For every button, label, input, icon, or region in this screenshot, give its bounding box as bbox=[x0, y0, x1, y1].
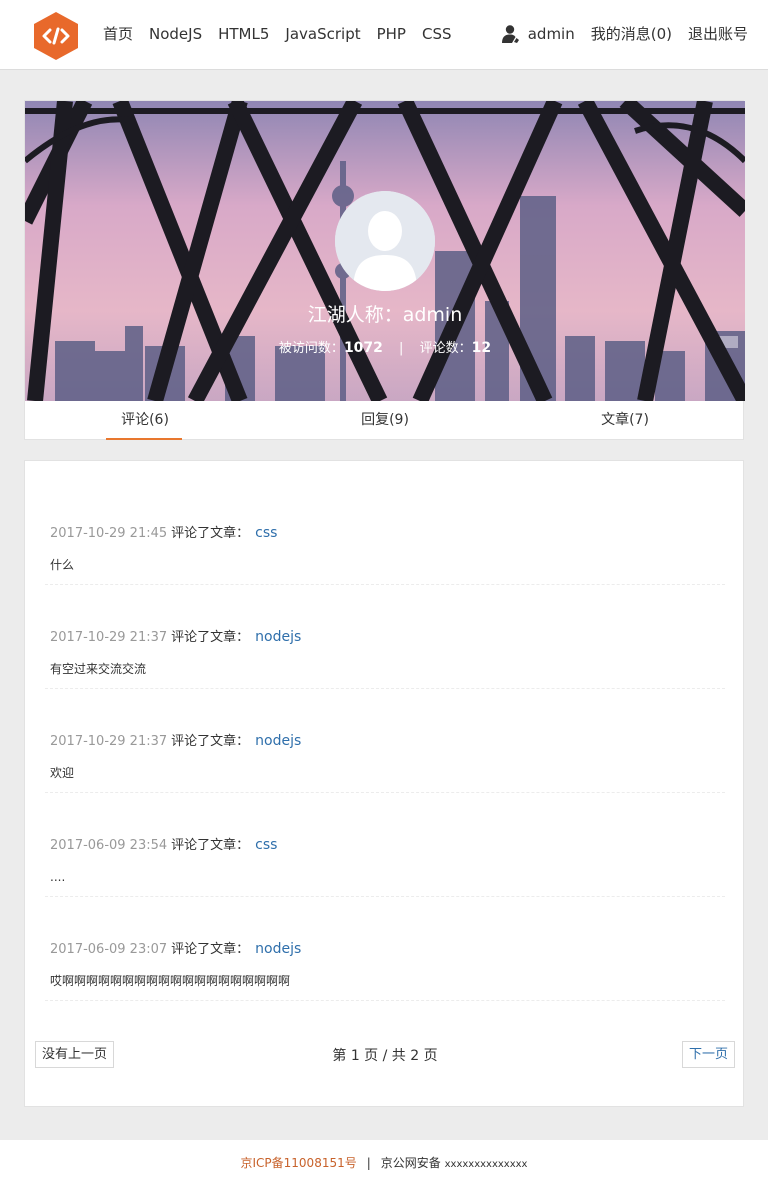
comments-count: 12 bbox=[471, 340, 492, 356]
article-link[interactable]: nodejs bbox=[255, 733, 301, 749]
comment-time: 2017-06-09 23:54 bbox=[50, 838, 168, 853]
comment-time: 2017-10-29 21:45 bbox=[50, 526, 168, 541]
comment-action: 评论了文章： bbox=[171, 734, 250, 749]
next-page-button[interactable]: 下一页 bbox=[681, 1041, 735, 1068]
tab-articles[interactable]: 文章(7) bbox=[505, 401, 745, 440]
comment-time: 2017-06-09 23:07 bbox=[50, 942, 168, 957]
page-info: 第 1 页 / 共 2 页 bbox=[332, 1048, 438, 1064]
nav-html5[interactable]: HTML5 bbox=[218, 24, 269, 44]
profile-tabs: 评论(6) 回复(9) 文章(7) bbox=[25, 401, 745, 440]
main-nav: 首页 NodeJS HTML5 JavaScript PHP CSS bbox=[103, 24, 468, 44]
list-item: 2017-10-29 21:37 评论了文章： nodejs 有空过来交流交流 bbox=[45, 585, 725, 689]
comment-action: 评论了文章： bbox=[171, 942, 250, 957]
article-link[interactable]: css bbox=[255, 525, 277, 541]
article-link[interactable]: css bbox=[255, 837, 277, 853]
comment-content: 哎啊啊啊啊啊啊啊啊啊啊啊啊啊啊啊啊啊啊啊 bbox=[50, 974, 291, 988]
pagination: 没有上一页 第 1 页 / 共 2 页 下一页 bbox=[25, 1041, 745, 1069]
comment-meta: 2017-06-09 23:07 评论了文章： nodejs bbox=[50, 939, 301, 960]
logout-link[interactable]: 退出账号 bbox=[688, 24, 748, 44]
comment-meta: 2017-10-29 21:37 评论了文章： nodejs bbox=[50, 731, 301, 752]
comments-label: 评论数： bbox=[419, 341, 472, 356]
username-link[interactable]: admin bbox=[501, 24, 575, 44]
icp-link[interactable]: 京ICP备11008151号 bbox=[241, 1156, 357, 1170]
username-label: admin bbox=[527, 25, 575, 43]
police-record-label: 京公网安备 bbox=[380, 1156, 441, 1170]
nav-css[interactable]: CSS bbox=[422, 24, 452, 44]
stats-separator: | bbox=[399, 341, 404, 356]
profile-nickname: 江湖人称：admin bbox=[307, 304, 463, 326]
comment-meta: 2017-06-09 23:54 评论了文章： css bbox=[50, 835, 277, 856]
nav-nodejs[interactable]: NodeJS bbox=[149, 24, 202, 44]
visits-label: 被访问数： bbox=[278, 341, 344, 356]
nav-php[interactable]: PHP bbox=[377, 24, 406, 44]
site-footer: 京ICP备11008151号 | 京公网安备 xxxxxxxxxxxxxx bbox=[0, 1140, 768, 1187]
comment-content: 什么 bbox=[50, 558, 75, 572]
comment-time: 2017-10-29 21:37 bbox=[50, 630, 168, 645]
site-logo-code-brackets-icon[interactable] bbox=[33, 11, 79, 61]
profile-card: 江湖人称：admin 被访问数：1072 | 评论数：12 评论(6) 回复(9… bbox=[24, 100, 745, 440]
comment-meta: 2017-10-29 21:37 评论了文章： nodejs bbox=[50, 627, 301, 648]
tab-comments[interactable]: 评论(6) bbox=[25, 401, 265, 440]
comment-action: 评论了文章： bbox=[171, 838, 250, 853]
tab-replies[interactable]: 回复(9) bbox=[265, 401, 505, 440]
list-item: 2017-10-29 21:37 评论了文章： nodejs 欢迎 bbox=[45, 689, 725, 793]
comment-list: 2017-10-29 21:45 评论了文章： css 什么 2017-10-29 … bbox=[24, 460, 744, 1107]
nav-home[interactable]: 首页 bbox=[103, 24, 133, 44]
visits-count: 1072 bbox=[343, 340, 383, 356]
comment-action: 评论了文章： bbox=[171, 630, 250, 645]
footer-separator: | bbox=[366, 1156, 371, 1170]
user-icon bbox=[501, 25, 519, 43]
user-area: admin 我的消息(0) 退出账号 bbox=[485, 24, 748, 44]
police-record-number: xxxxxxxxxxxxxx bbox=[444, 1159, 528, 1170]
comment-action: 评论了文章： bbox=[171, 526, 250, 541]
comment-meta: 2017-10-29 21:45 评论了文章： css bbox=[50, 523, 277, 544]
article-link[interactable]: nodejs bbox=[255, 629, 301, 645]
site-header: 首页 NodeJS HTML5 JavaScript PHP CSS admin… bbox=[0, 0, 768, 70]
profile-stats: 被访问数：1072 | 评论数：12 bbox=[25, 338, 745, 359]
user-avatar bbox=[335, 191, 435, 291]
comment-time: 2017-10-29 21:37 bbox=[50, 734, 168, 749]
comment-content: .... bbox=[50, 870, 66, 884]
nav-javascript[interactable]: JavaScript bbox=[285, 24, 360, 44]
comment-content: 欢迎 bbox=[50, 766, 75, 780]
list-item: 2017-10-29 21:45 评论了文章： css 什么 bbox=[45, 481, 725, 585]
article-link[interactable]: nodejs bbox=[255, 941, 301, 957]
list-item: 2017-06-09 23:54 评论了文章： css .... bbox=[45, 793, 725, 897]
list-item: 2017-06-09 23:07 评论了文章： nodejs 哎啊啊啊啊啊啊啊啊啊啊… bbox=[45, 897, 725, 1001]
comment-content: 有空过来交流交流 bbox=[50, 662, 147, 676]
my-messages-link[interactable]: 我的消息(0) bbox=[591, 24, 672, 44]
